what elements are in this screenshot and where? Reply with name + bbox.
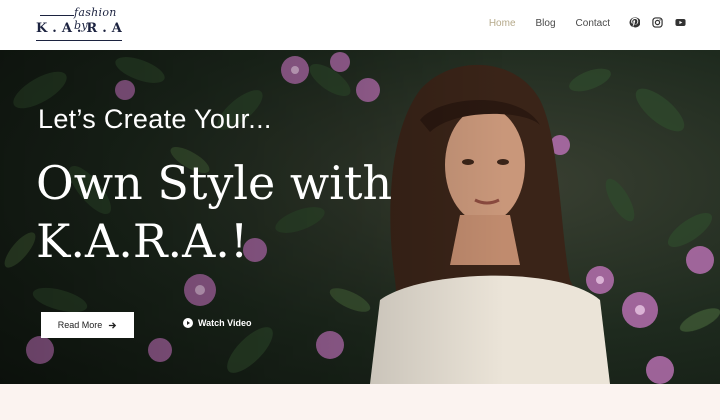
- pinterest-icon[interactable]: [629, 17, 640, 28]
- instagram-icon[interactable]: [652, 17, 663, 28]
- logo-ornament-line: [40, 15, 74, 16]
- watch-video-button[interactable]: Watch Video: [183, 318, 252, 328]
- logo-wordmark: K.A.R.A: [36, 21, 127, 36]
- hero-title: Own Style with K.A.R.A.!: [36, 156, 393, 268]
- play-icon: [183, 318, 193, 328]
- hero-subtitle: Let’s Create Your...: [38, 104, 272, 134]
- brand-logo[interactable]: fashion by K.A.R.A: [36, 6, 124, 44]
- main-nav: Home Blog Contact: [489, 18, 610, 29]
- site-header: fashion by K.A.R.A Home Blog Contact: [0, 0, 720, 50]
- social-links: [629, 17, 686, 28]
- read-more-button[interactable]: Read More: [41, 312, 134, 338]
- watch-video-label: Watch Video: [198, 318, 252, 328]
- read-more-label: Read More: [57, 320, 103, 330]
- youtube-icon[interactable]: [675, 17, 686, 28]
- nav-home[interactable]: Home: [489, 18, 516, 29]
- nav-contact[interactable]: Contact: [576, 18, 610, 29]
- nav-blog[interactable]: Blog: [536, 18, 556, 29]
- next-section-band: [0, 384, 720, 420]
- hero-banner: Let’s Create Your... Own Style with K.A.…: [0, 50, 720, 384]
- logo-underline: [36, 40, 122, 41]
- arrow-right-icon: [109, 321, 117, 329]
